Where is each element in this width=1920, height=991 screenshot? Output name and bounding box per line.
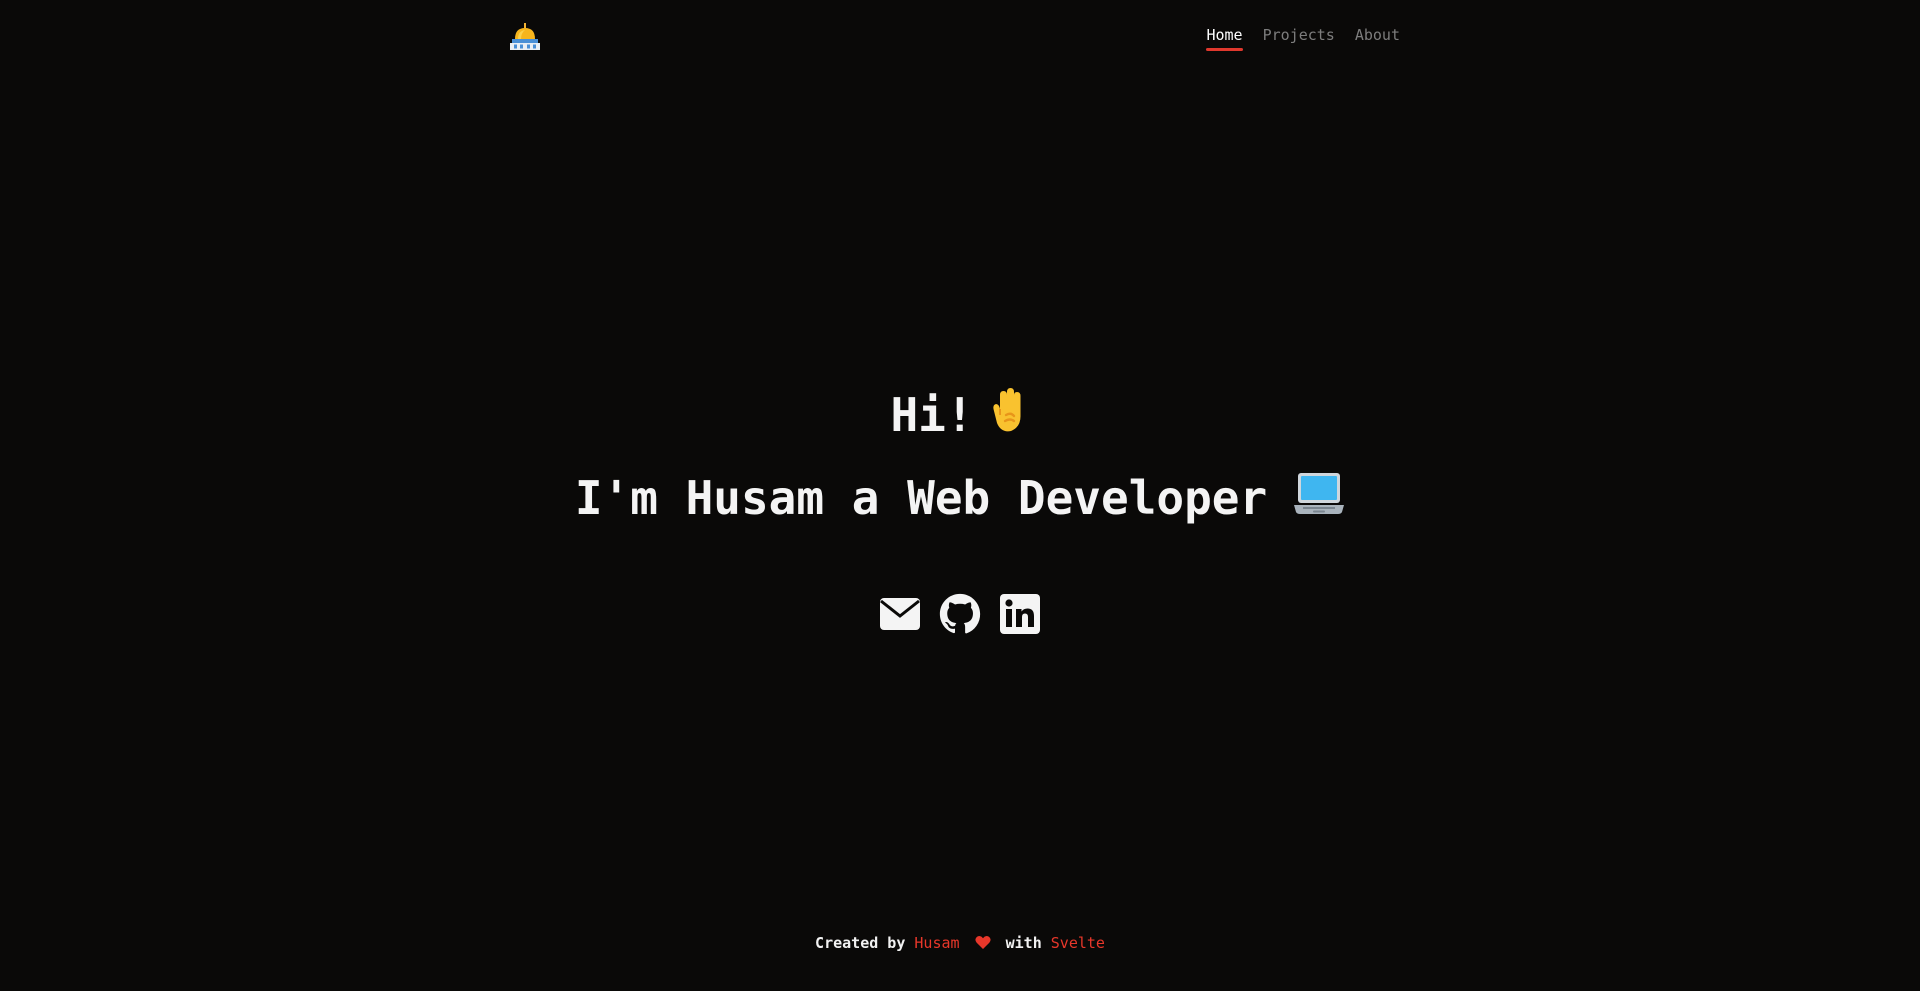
- email-link[interactable]: [879, 593, 921, 635]
- page: Home Projects About Hi! I'm Husam a Web …: [0, 0, 1920, 991]
- header: Home Projects About: [0, 0, 1920, 75]
- nav-about[interactable]: About: [1355, 26, 1400, 51]
- github-link[interactable]: [939, 593, 981, 635]
- social-links: [0, 593, 1920, 635]
- footer-middle: with: [1005, 934, 1042, 952]
- headline-line: I'm Husam a Web Developer: [0, 462, 1920, 534]
- main-nav: Home Projects About: [1206, 26, 1400, 51]
- author-link[interactable]: Husam: [914, 934, 959, 952]
- footer-prefix: Created by: [815, 934, 906, 952]
- greeting-line: Hi!: [0, 380, 1920, 450]
- linkedin-icon: [1000, 594, 1040, 634]
- nav-projects[interactable]: Projects: [1263, 26, 1335, 51]
- svelte-link[interactable]: Svelte: [1051, 934, 1105, 952]
- hero: Hi! I'm Husam a Web Developer: [0, 380, 1920, 534]
- github-icon: [939, 593, 981, 634]
- nav-home[interactable]: Home: [1206, 26, 1243, 51]
- logo-link[interactable]: [508, 22, 542, 52]
- heart-icon: [975, 935, 991, 954]
- linkedin-link[interactable]: [999, 593, 1041, 635]
- laptop-icon: [1293, 469, 1345, 528]
- footer: Created by Husam with Svelte: [0, 934, 1920, 954]
- greeting-text: Hi!: [890, 388, 974, 442]
- raised-hand-icon: [984, 385, 1030, 446]
- email-icon: [880, 598, 920, 630]
- headline-text: I'm Husam a Web Developer: [574, 471, 1268, 525]
- mosque-dome-icon: [510, 23, 540, 50]
